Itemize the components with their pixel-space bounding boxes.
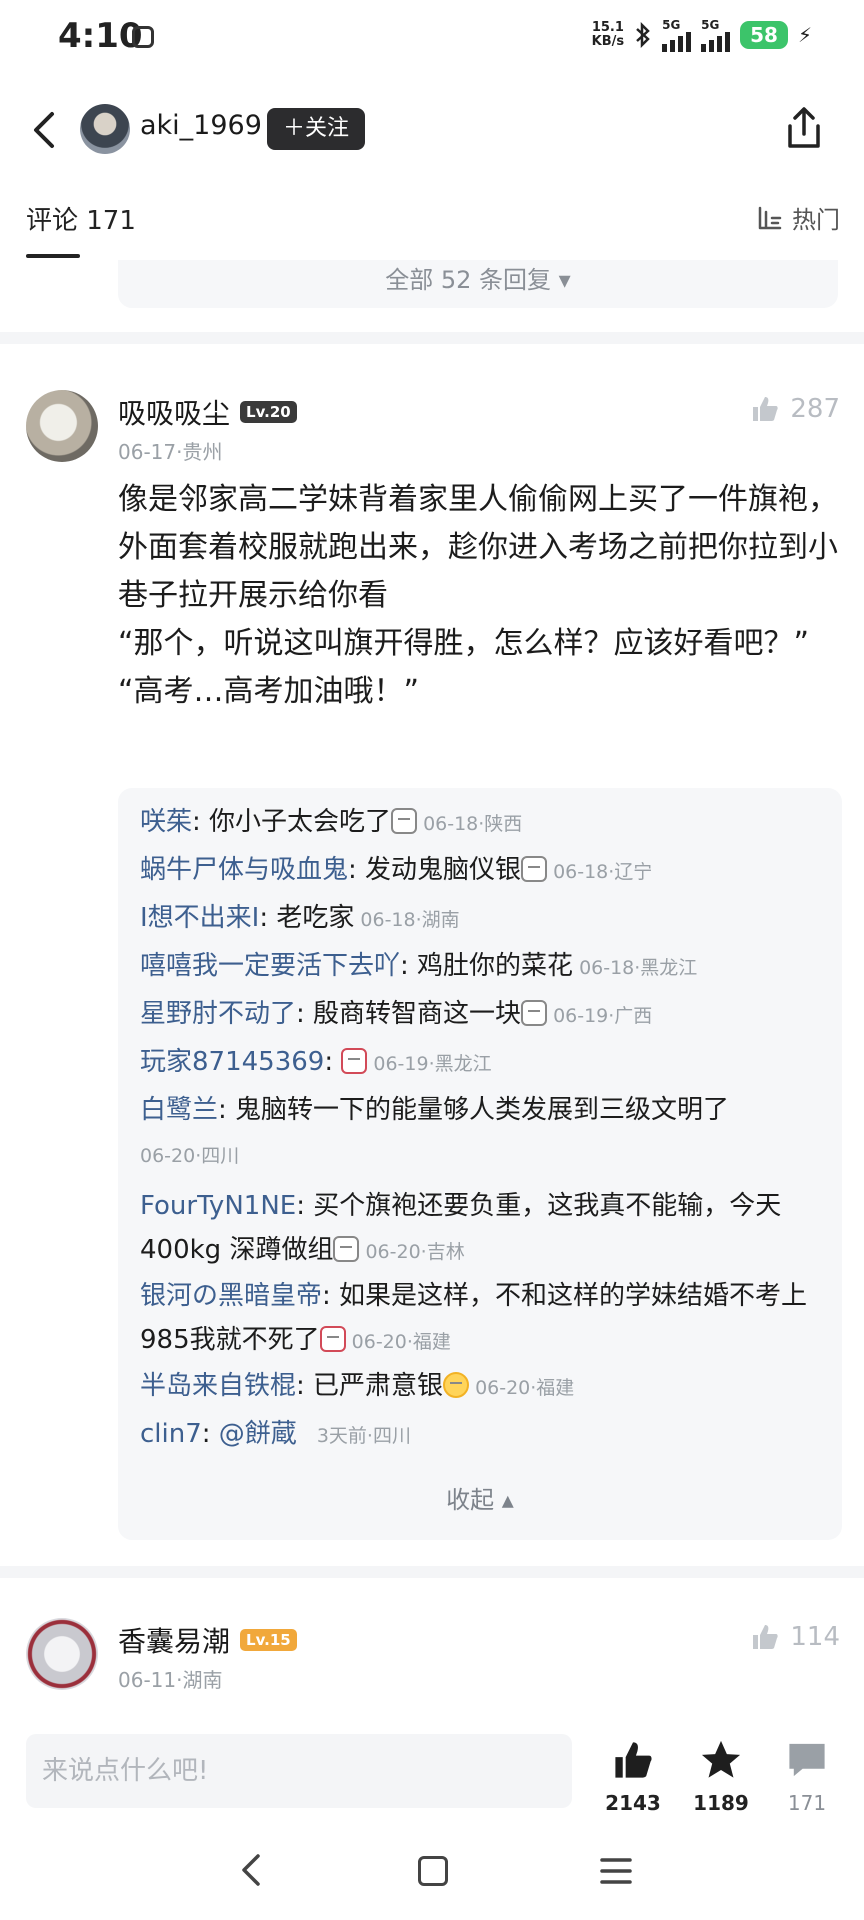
thumbs-up-icon <box>615 1742 652 1778</box>
emoji-icon <box>521 1000 548 1026</box>
reply-author[interactable]: 嘻嘻我一定要活下去吖 <box>140 951 400 981</box>
reply-author[interactable]: 银河の黑暗皇帝 <box>140 1281 322 1311</box>
like-post-button[interactable]: 2143 <box>590 1738 676 1815</box>
tab-active-indicator <box>26 254 80 258</box>
comment-input[interactable]: 来说点什么吧! <box>26 1734 572 1808</box>
charging-icon: ⚡ <box>797 23 812 47</box>
emoji-icon <box>521 856 548 882</box>
emoji-icon <box>391 808 418 834</box>
author-avatar[interactable] <box>80 104 130 154</box>
sim2-signal-icon: 5G <box>701 18 731 52</box>
sort-icon <box>758 206 782 229</box>
bluetooth-icon <box>636 21 650 49</box>
sort-label: 热门 <box>792 206 840 234</box>
author-username[interactable]: aki_1969 <box>140 110 262 141</box>
reply-item[interactable]: 银河の黑暗皇帝: 如果是这样，不和这样的学妹结婚不考上985我就不死了 06-20… <box>140 1274 820 1364</box>
reply-item[interactable]: FourTyN1NE: 买个旗袍还要负重，这我真不能输，今天400kg 深蹲做组… <box>140 1184 820 1274</box>
like-count: 114 <box>790 1622 840 1652</box>
star-icon <box>701 1740 741 1778</box>
reply-item[interactable]: 白鹭兰: 鬼脑转一下的能量够人类发展到三级文明了 06-20·四川 <box>140 1088 820 1178</box>
divider <box>0 1566 864 1578</box>
commenter-avatar[interactable] <box>26 390 98 462</box>
comment-text: 像是邻家高二学妹背着家里人偷偷网上买了一件旗袍，外面套着校服就跑出来，趁你进入考… <box>118 482 838 709</box>
nfc-icon <box>132 26 154 48</box>
reply-author[interactable]: 玩家87145369 <box>140 1047 324 1077</box>
reply-author[interactable]: 蜗牛尸体与吸血鬼 <box>140 855 348 885</box>
comment-like-button[interactable]: 114 <box>750 1622 840 1652</box>
comment-meta: 06-11·湖南 <box>118 1668 223 1692</box>
divider <box>0 332 864 344</box>
battery-indicator: 58 <box>740 21 788 49</box>
comment-author: 吸吸吸尘 Lv.20 <box>118 392 297 432</box>
comments-button[interactable]: 171 <box>764 1738 850 1815</box>
reply-item[interactable]: clin7: @餅蔵 3天前·四川 <box>140 1412 820 1458</box>
expand-replies-button[interactable]: 全部 52 条回复 ▾ <box>118 260 838 308</box>
like-count: 287 <box>790 394 840 424</box>
favorite-count: 1189 <box>693 1791 749 1815</box>
status-indicators: 15.1 KB/s 5G 5G 58 ⚡ <box>592 18 812 52</box>
level-badge: Lv.15 <box>240 1629 297 1651</box>
reply-item[interactable]: I想不出来I: 老吃家 06-18·湖南 <box>140 896 820 942</box>
back-button[interactable] <box>24 102 64 158</box>
sim1-signal-icon: 5G <box>662 18 692 52</box>
commenter-avatar[interactable] <box>26 1618 98 1690</box>
emoji-icon <box>319 1326 346 1352</box>
mention-link[interactable]: @餅蔵 <box>219 1419 297 1449</box>
smile-emoji-icon <box>443 1372 470 1398</box>
reply-author[interactable]: clin7 <box>140 1419 202 1449</box>
nav-recents-button[interactable] <box>600 1856 632 1886</box>
sort-hot-button[interactable]: 热门 <box>756 200 840 235</box>
thumbs-up-icon <box>753 397 779 421</box>
comment-count: 171 <box>787 1791 827 1815</box>
nav-home-button[interactable] <box>418 1856 448 1886</box>
reply-author[interactable]: 白鹭兰 <box>140 1095 218 1125</box>
nav-back-button[interactable] <box>232 1848 272 1892</box>
reply-item[interactable]: 半岛来自铁棍: 已严肃意银 06-20·福建 <box>140 1364 820 1410</box>
share-button[interactable] <box>782 104 826 152</box>
level-badge: Lv.20 <box>240 401 297 423</box>
comment-like-button[interactable]: 287 <box>750 394 840 424</box>
reply-author[interactable]: FourTyN1NE <box>140 1191 296 1221</box>
favorite-button[interactable]: 1189 <box>678 1738 764 1815</box>
post-like-count: 2143 <box>605 1791 661 1815</box>
reply-item[interactable]: 玩家87145369: 06-19·黑龙江 <box>140 1040 820 1086</box>
thumbs-up-icon <box>753 1625 779 1649</box>
follow-button[interactable]: ＋关注 <box>267 108 366 150</box>
reply-author[interactable]: 咲茱 <box>140 807 192 837</box>
commenter-name[interactable]: 香囊易潮 <box>118 1620 230 1660</box>
reply-author[interactable]: I想不出来I <box>140 903 259 933</box>
status-time: 4:10 <box>58 16 143 56</box>
network-speed: 15.1 KB/s <box>591 20 625 49</box>
tab-comments[interactable]: 评论 171 <box>26 200 136 237</box>
reply-item[interactable]: 嘻嘻我一定要活下去吖: 鸡肚你的菜花 06-18·黑龙江 <box>140 944 820 990</box>
commenter-name[interactable]: 吸吸吸尘 <box>118 392 230 432</box>
comment-meta: 06-17·贵州 <box>118 440 223 464</box>
reply-author[interactable]: 星野肘不动了 <box>140 999 296 1029</box>
emoji-icon <box>333 1236 360 1262</box>
reply-item[interactable]: 蜗牛尸体与吸血鬼: 发动鬼脑仪银 06-18·辽宁 <box>140 848 820 894</box>
collapse-replies-button[interactable]: 收起 ▴ <box>118 1480 842 1515</box>
reply-item[interactable]: 星野肘不动了: 殷商转智商这一块 06-19·广西 <box>140 992 820 1038</box>
reply-item[interactable]: 咲茱: 你小子太会吃了 06-18·陕西 <box>140 800 820 846</box>
emoji-icon <box>341 1048 368 1074</box>
comment-bubble-icon <box>789 1743 825 1777</box>
reply-author[interactable]: 半岛来自铁棍 <box>140 1371 296 1401</box>
comment-author: 香囊易潮 Lv.15 <box>118 1620 297 1660</box>
